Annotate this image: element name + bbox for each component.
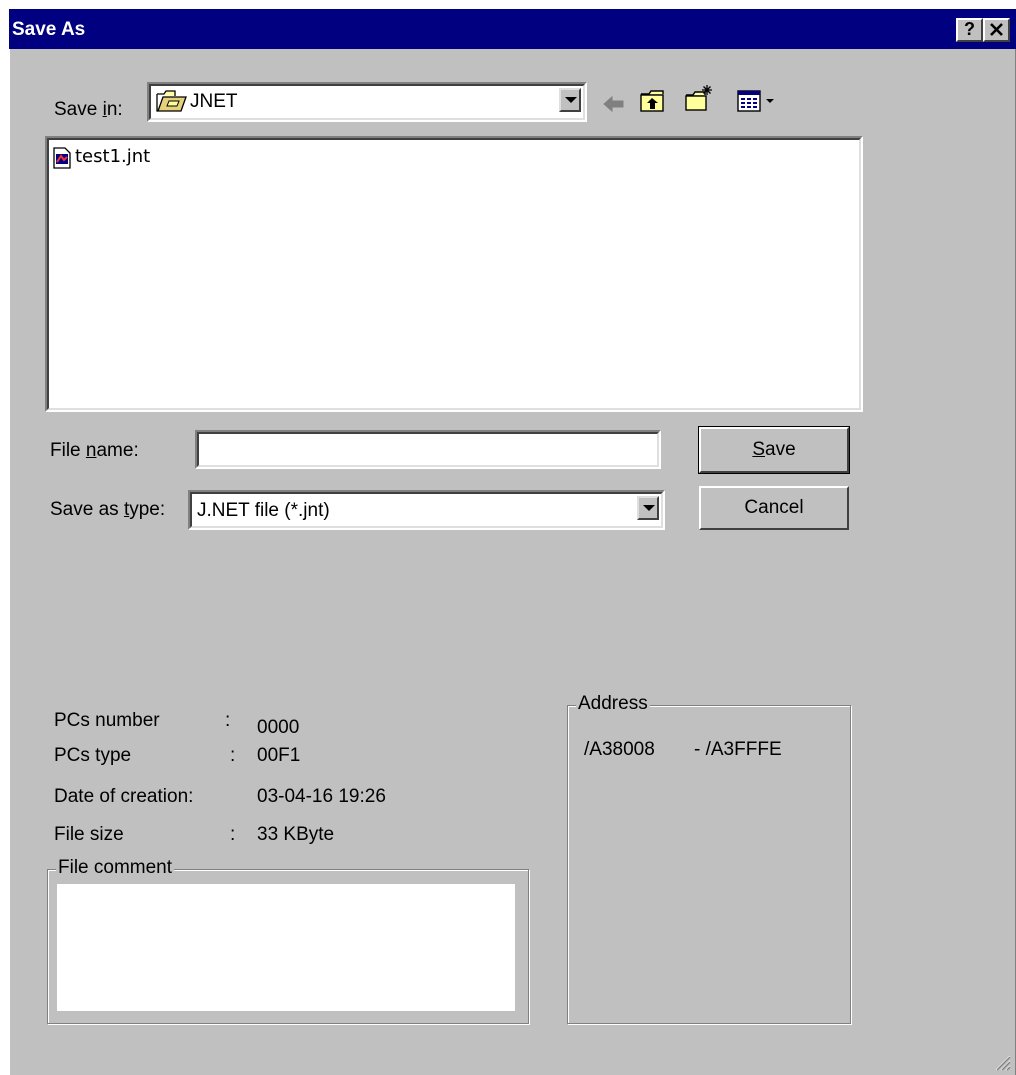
- pcs-type-value: 00F1: [257, 745, 301, 766]
- cancel-button[interactable]: Cancel: [699, 486, 849, 530]
- file-size-value: 33 KByte: [257, 824, 335, 845]
- save-button[interactable]: Save: [698, 426, 850, 474]
- save-in-combo[interactable]: JNET: [147, 82, 587, 122]
- pcs-number-separator: :: [225, 710, 231, 731]
- back-arrow-icon[interactable]: [602, 94, 626, 114]
- address-legend: Address: [576, 693, 650, 715]
- new-folder-icon[interactable]: [684, 83, 714, 113]
- file-size-separator: :: [230, 824, 236, 845]
- save-as-type-combo[interactable]: J.NET file (*.jnt): [188, 490, 665, 530]
- save-in-value: JNET: [190, 91, 238, 112]
- file-list[interactable]: test1.jnt: [45, 136, 863, 412]
- pcs-type-label: PCs type: [54, 745, 132, 766]
- help-button[interactable]: ?: [956, 18, 983, 42]
- jnt-file-icon: [53, 147, 71, 169]
- save-in-label: Save in:: [54, 99, 123, 120]
- date-of-creation-value: 03-04-16 19:26: [257, 786, 386, 807]
- file-name-input[interactable]: [195, 430, 661, 469]
- resize-grip-icon[interactable]: [993, 1053, 1011, 1071]
- file-size-label: File size: [54, 824, 124, 845]
- save-as-dialog: Save As ? Save in: JNET test1.jnt File n…: [9, 9, 1016, 1075]
- pcs-number-value: 0000: [257, 717, 300, 738]
- view-menu-icon[interactable]: [736, 89, 780, 113]
- save-as-type-label: Save as type:: [50, 499, 166, 520]
- address-group: Address /A38008 - /A3FFFE: [567, 693, 851, 1024]
- file-comment-legend: File comment: [56, 857, 175, 879]
- close-button[interactable]: [983, 18, 1010, 42]
- address-start: /A38008: [584, 739, 655, 760]
- close-icon: [990, 23, 1003, 36]
- dialog-title: Save As: [12, 19, 86, 40]
- pcs-type-separator: :: [230, 745, 236, 766]
- title-bar[interactable]: Save As ?: [9, 9, 1016, 49]
- open-folder-icon: [156, 90, 187, 112]
- pcs-number-label: PCs number: [54, 710, 160, 731]
- file-name-label: File name:: [50, 440, 139, 461]
- address-end: - /A3FFFE: [694, 739, 782, 760]
- file-comment-group: File comment: [47, 857, 529, 1024]
- up-one-level-icon[interactable]: [639, 88, 667, 114]
- file-name-label: test1.jnt: [75, 146, 151, 167]
- save-in-dropdown-arrow[interactable]: [559, 88, 581, 112]
- save-as-type-dropdown-arrow[interactable]: [637, 496, 659, 520]
- file-comment-textarea[interactable]: [57, 884, 515, 1011]
- date-of-creation-label: Date of creation:: [54, 786, 194, 807]
- save-as-type-value: J.NET file (*.jnt): [197, 500, 330, 521]
